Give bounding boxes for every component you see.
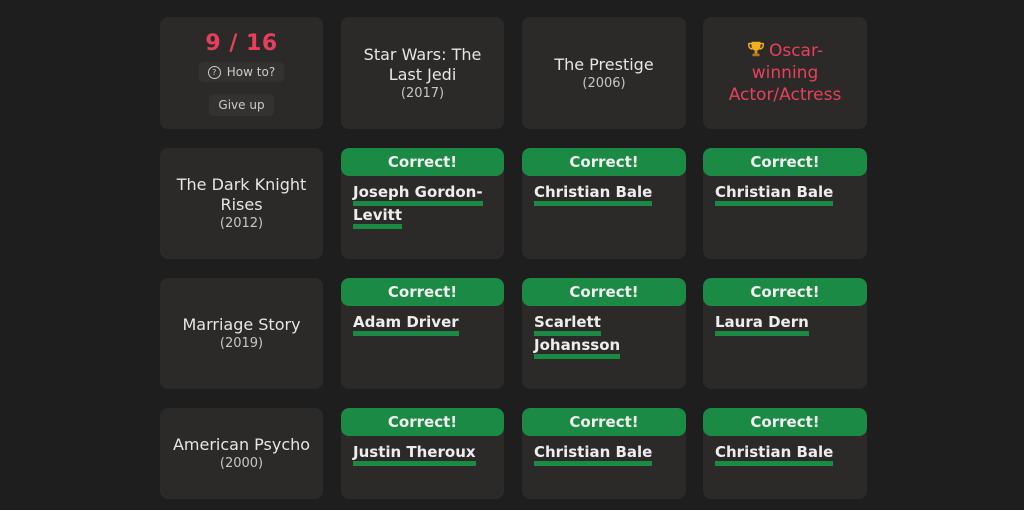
- correct-banner: Correct!: [703, 148, 867, 176]
- actor-name: Scarlett Johansson: [534, 313, 621, 359]
- correct-banner: Correct!: [522, 148, 686, 176]
- row-movie-year: (2000): [219, 456, 264, 471]
- answer-cell[interactable]: Correct! Christian Bale: [522, 148, 686, 259]
- answer-cell[interactable]: Correct! Justin Theroux: [341, 408, 504, 499]
- question-icon: ?: [207, 65, 221, 79]
- row-movie-year: (2012): [219, 216, 264, 231]
- correct-banner: Correct!: [341, 148, 504, 176]
- column-movie-title: Star Wars: The Last Jedi: [363, 44, 482, 84]
- score-counter: 9 / 16: [205, 31, 278, 56]
- criterion-label: Oscar-winning Actor/Actress: [728, 41, 842, 105]
- actor-name: Christian Bale: [534, 443, 653, 466]
- answer-cell[interactable]: Correct! Christian Bale: [703, 148, 867, 259]
- correct-banner: Correct!: [341, 408, 504, 436]
- actor-name: Adam Driver: [353, 313, 459, 336]
- row-movie-title: Marriage Story: [182, 315, 301, 334]
- row-movie-title: American Psycho: [172, 435, 311, 454]
- how-to-button[interactable]: ? How to?: [198, 62, 285, 82]
- trophy-icon: [748, 41, 764, 57]
- actor-name: Laura Dern: [715, 313, 809, 336]
- column-header-2: The Prestige (2006): [522, 17, 686, 129]
- row-movie-title: The Dark Knight Rises: [176, 175, 307, 214]
- column-header-3: Oscar-winning Actor/Actress: [703, 17, 867, 129]
- correct-banner: Correct!: [703, 408, 867, 436]
- actor-name: Christian Bale: [715, 443, 834, 466]
- actor-name: Christian Bale: [715, 183, 834, 206]
- give-up-button[interactable]: Give up: [209, 94, 274, 116]
- score-panel: 9 / 16 ? How to? Give up: [160, 17, 323, 129]
- column-movie-title: The Prestige: [554, 54, 654, 74]
- how-to-label: How to?: [226, 65, 276, 79]
- answer-cell[interactable]: Correct! Adam Driver: [341, 278, 504, 389]
- correct-banner: Correct!: [341, 278, 504, 306]
- column-header-1: Star Wars: The Last Jedi (2017): [341, 17, 504, 129]
- correct-banner: Correct!: [522, 278, 686, 306]
- correct-banner: Correct!: [703, 278, 867, 306]
- row-header-3: American Psycho (2000): [160, 408, 323, 499]
- actor-name: Justin Theroux: [353, 443, 476, 466]
- correct-banner: Correct!: [522, 408, 686, 436]
- row-header-1: The Dark Knight Rises (2012): [160, 148, 323, 259]
- answer-cell[interactable]: Correct! Christian Bale: [522, 408, 686, 499]
- row-movie-year: (2019): [219, 336, 264, 351]
- actor-name: Joseph Gordon-Levitt: [353, 183, 483, 229]
- row-header-2: Marriage Story (2019): [160, 278, 323, 389]
- answer-cell[interactable]: Correct! Scarlett Johansson: [522, 278, 686, 389]
- answer-cell[interactable]: Correct! Christian Bale: [703, 408, 867, 499]
- answer-cell[interactable]: Correct! Joseph Gordon-Levitt: [341, 148, 504, 259]
- column-movie-year: (2017): [400, 85, 445, 101]
- actor-name: Christian Bale: [534, 183, 653, 206]
- column-movie-year: (2006): [582, 75, 626, 91]
- answer-cell[interactable]: Correct! Laura Dern: [703, 278, 867, 389]
